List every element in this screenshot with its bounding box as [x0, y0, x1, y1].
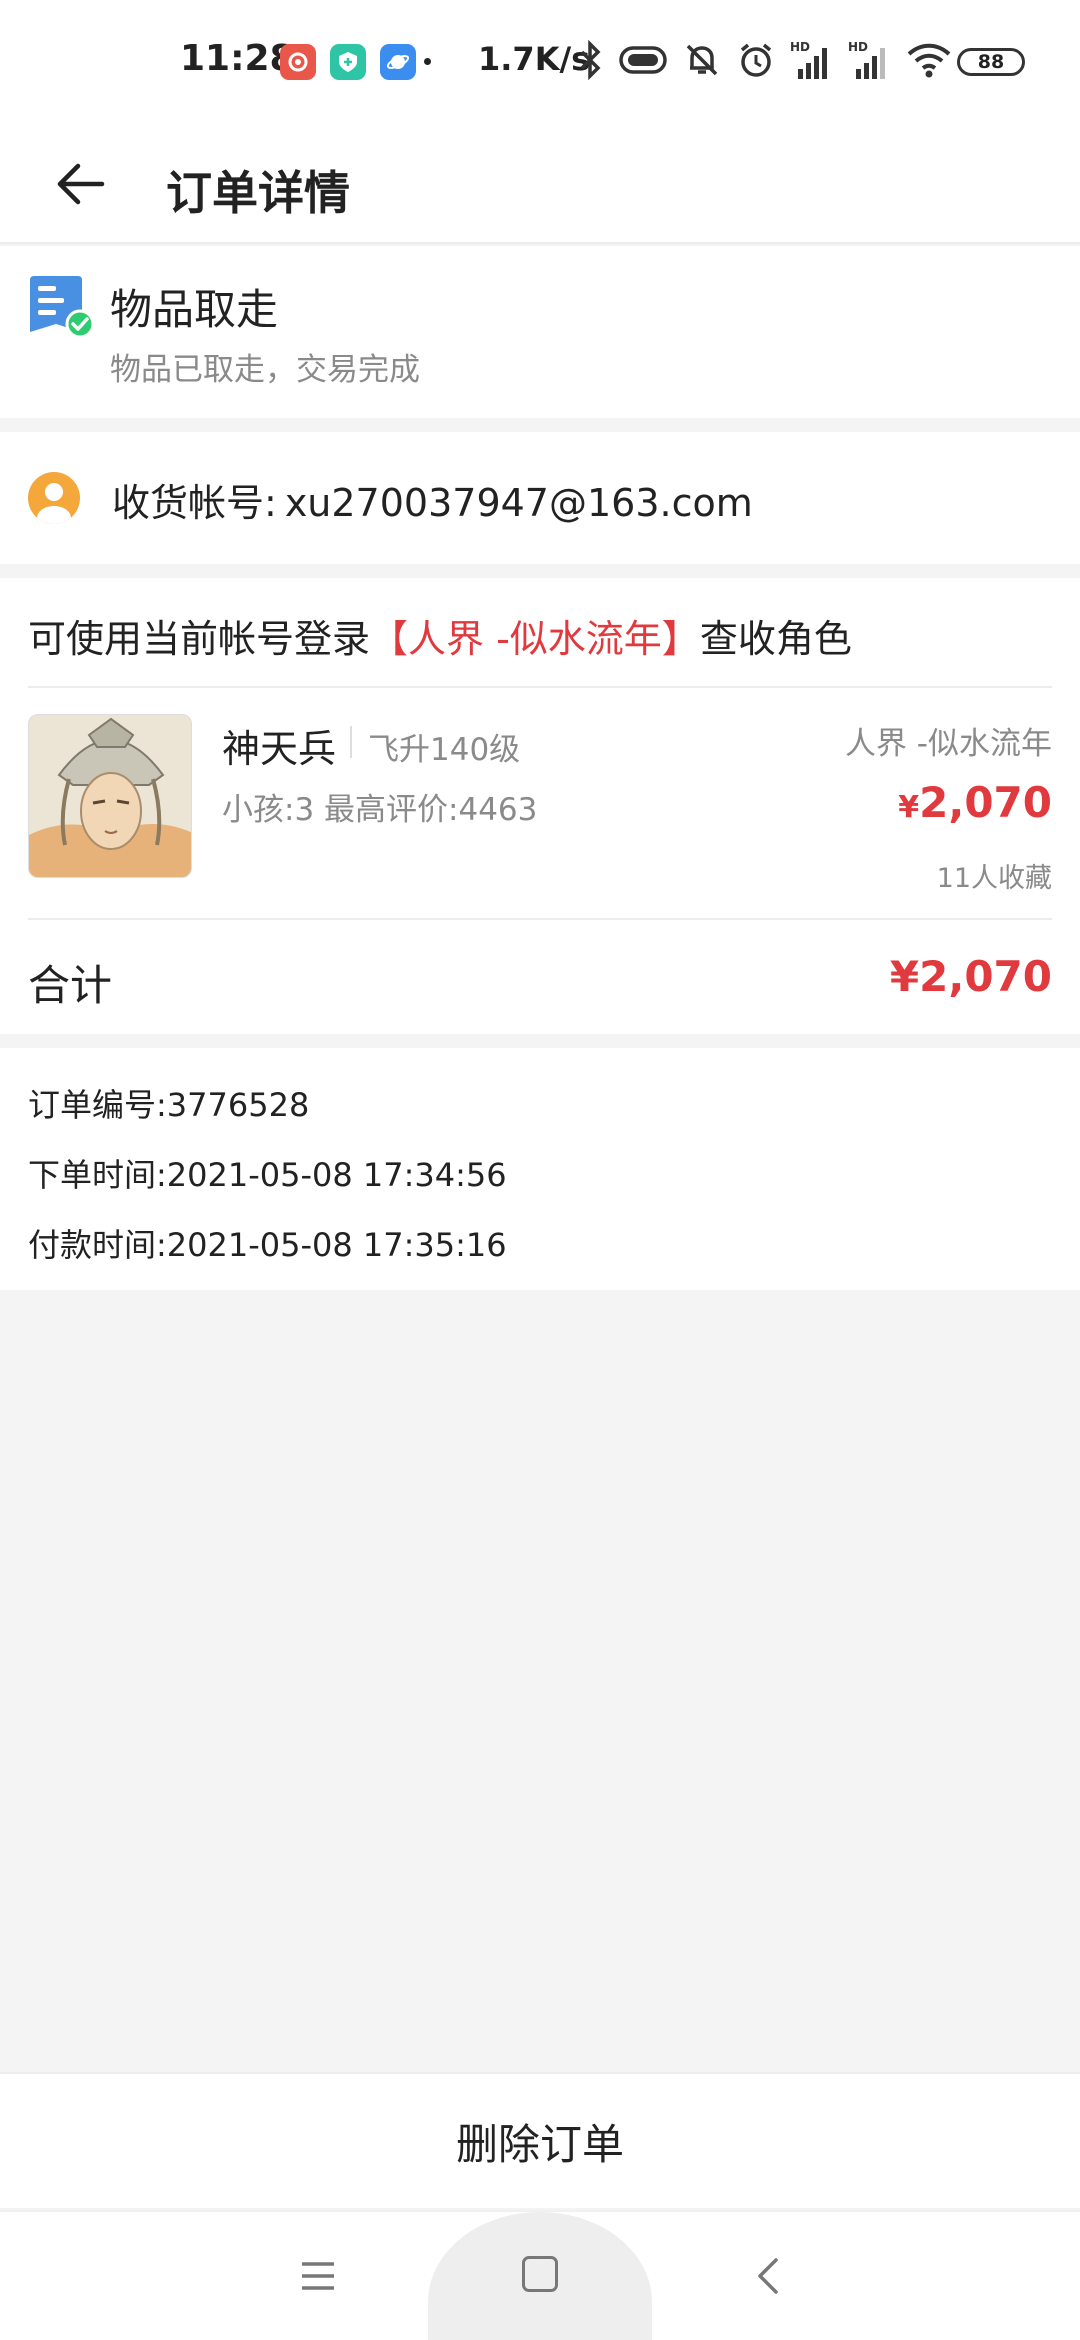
home-icon[interactable]	[522, 2256, 558, 2292]
item-server: 人界 -似水流年	[844, 726, 1052, 762]
bluetooth-icon	[578, 39, 604, 84]
security-app-icon	[330, 44, 366, 80]
app-header: 订单详情	[0, 124, 1080, 244]
battery-indicator: 88	[957, 48, 1025, 76]
receiving-account-section: 收货帐号: xu270037947@163.com	[0, 432, 1080, 564]
network-speed: 1.7K/s	[478, 40, 591, 78]
item-separator	[350, 726, 352, 758]
status-time: 11:28	[180, 38, 295, 79]
delete-order-button[interactable]: 删除订单	[456, 2111, 624, 2172]
arrow-left-icon	[57, 163, 105, 205]
order-complete-icon	[30, 276, 94, 339]
svg-text:HD: HD	[848, 40, 868, 54]
item-price-symbol: ¥	[898, 790, 920, 825]
login-tip: 可使用当前帐号登录【人界 -似水流年】查收角色	[28, 608, 852, 663]
status-bar: 11:28 1.7K/s HD HD 88	[0, 0, 1080, 124]
item-level: 飞升140级	[368, 732, 521, 768]
signal-hd-1-icon: HD	[790, 39, 834, 85]
item-name: 神天兵	[222, 727, 337, 771]
item-section: 可使用当前帐号登录【人界 -似水流年】查收角色 神天兵 飞升140级 小孩:3 …	[0, 578, 1080, 1034]
netease-music-app-icon	[280, 44, 316, 80]
item-stats: 小孩:3 最高评价:4463	[222, 792, 538, 828]
svg-text:HD: HD	[790, 40, 810, 54]
item-favorites: 11人收藏	[936, 863, 1052, 894]
battery-level: 88	[977, 51, 1005, 73]
status-title: 物品取走	[110, 285, 279, 334]
system-nav-bar	[0, 2210, 1080, 2340]
order-info-section: 订单编号:3776528 下单时间:2021-05-08 17:34:56 付款…	[0, 1048, 1080, 1290]
notification-dot	[424, 58, 431, 65]
login-tip-suffix: 查收角色	[699, 617, 852, 661]
account-label: 收货帐号:	[112, 481, 277, 525]
back-button[interactable]	[44, 140, 116, 228]
total-price: ¥2,070	[889, 952, 1052, 1001]
character-thumbnail[interactable]	[28, 714, 192, 878]
account-row: 收货帐号: xu270037947@163.com	[112, 472, 753, 527]
total-label: 合计	[28, 961, 113, 1010]
account-value: xu270037947@163.com	[284, 481, 753, 525]
status-subtitle: 物品已取走，交易完成	[110, 352, 420, 388]
divider	[28, 918, 1052, 920]
order-created-time: 下单时间:2021-05-08 17:34:56	[28, 1156, 507, 1194]
order-status-section: 物品取走 物品已取走，交易完成	[0, 246, 1080, 418]
vibrate-icon	[618, 43, 668, 81]
mute-icon	[682, 40, 722, 84]
order-number: 订单编号:3776528	[28, 1086, 310, 1124]
page-title: 订单详情	[166, 166, 350, 220]
wifi-icon	[906, 41, 952, 83]
item-price: ¥2,070	[898, 778, 1052, 827]
item-price-value: 2,070	[919, 778, 1052, 827]
login-tip-server: 【人界 -似水流年】	[370, 617, 700, 661]
chevron-left-icon[interactable]	[752, 2256, 782, 2296]
divider	[28, 686, 1052, 688]
order-paid-time: 付款时间:2021-05-08 17:35:16	[28, 1226, 507, 1264]
login-tip-prefix: 可使用当前帐号登录	[28, 617, 371, 661]
alarm-icon	[736, 40, 776, 84]
signal-hd-2-icon: HD	[848, 39, 892, 85]
browser-app-icon	[380, 44, 416, 80]
avatar-icon	[28, 472, 80, 524]
bottom-action-bar: 删除订单	[0, 2072, 1080, 2208]
menu-icon[interactable]	[300, 2256, 336, 2296]
